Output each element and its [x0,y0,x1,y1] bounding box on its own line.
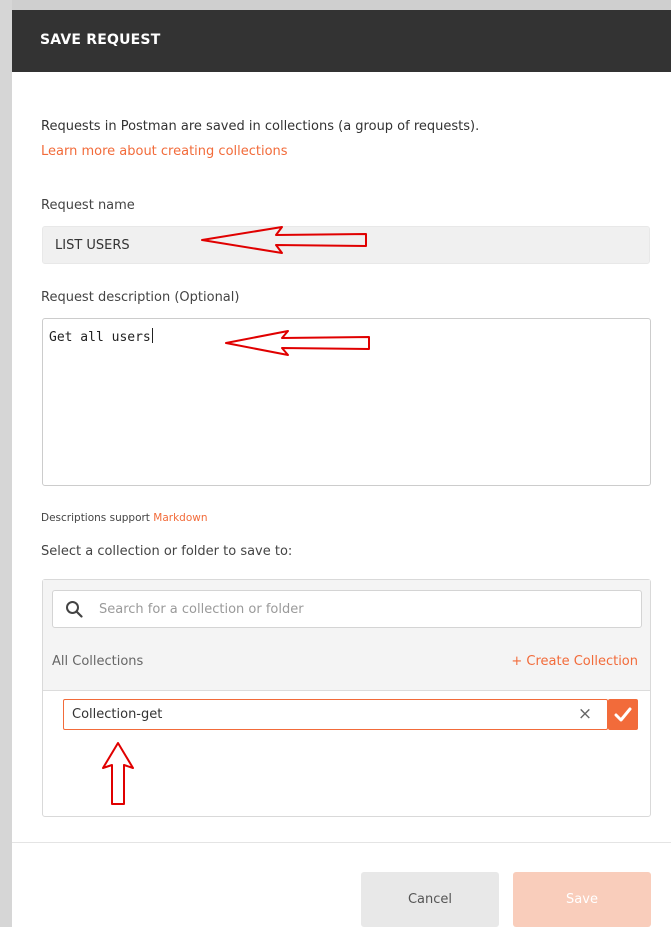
request-description-label: Request description (Optional) [41,290,240,305]
modal-title: SAVE REQUEST [40,32,161,48]
markdown-note: Descriptions support Markdown [41,512,208,524]
new-collection-input[interactable]: Collection-get [63,699,608,730]
collection-picker-header: Search for a collection or folder All Co… [43,580,650,691]
markdown-note-text: Descriptions support [41,512,154,524]
request-description-text: Get all users [49,330,151,345]
modal-header: SAVE REQUEST [12,10,671,72]
save-request-modal: SAVE REQUEST Requests in Postman are sav… [12,10,671,927]
footer-divider [12,842,671,843]
collection-picker-label: Select a collection or folder to save to… [41,544,293,559]
intro-text: Requests in Postman are saved in collect… [41,119,480,134]
cancel-button[interactable]: Cancel [361,872,499,927]
search-icon [66,601,83,618]
create-collection-link[interactable]: + Create Collection [511,654,638,669]
backdrop-top [0,0,671,10]
all-collections-label: All Collections [52,654,144,669]
markdown-link[interactable]: Markdown [153,512,207,524]
check-icon [614,707,632,722]
request-description-textarea[interactable]: Get all users [42,318,651,486]
request-name-input[interactable]: LIST USERS [42,226,650,264]
learn-more-link[interactable]: Learn more about creating collections [41,144,288,159]
save-button[interactable]: Save [513,872,651,927]
request-name-label: Request name [41,198,135,213]
close-icon[interactable]: × [575,704,595,724]
collection-picker-panel: Search for a collection or folder All Co… [42,579,651,817]
search-placeholder: Search for a collection or folder [99,602,304,617]
backdrop-left [0,0,12,927]
confirm-collection-button[interactable] [608,699,638,730]
collection-search-input[interactable]: Search for a collection or folder [52,590,642,628]
text-caret [151,328,153,343]
